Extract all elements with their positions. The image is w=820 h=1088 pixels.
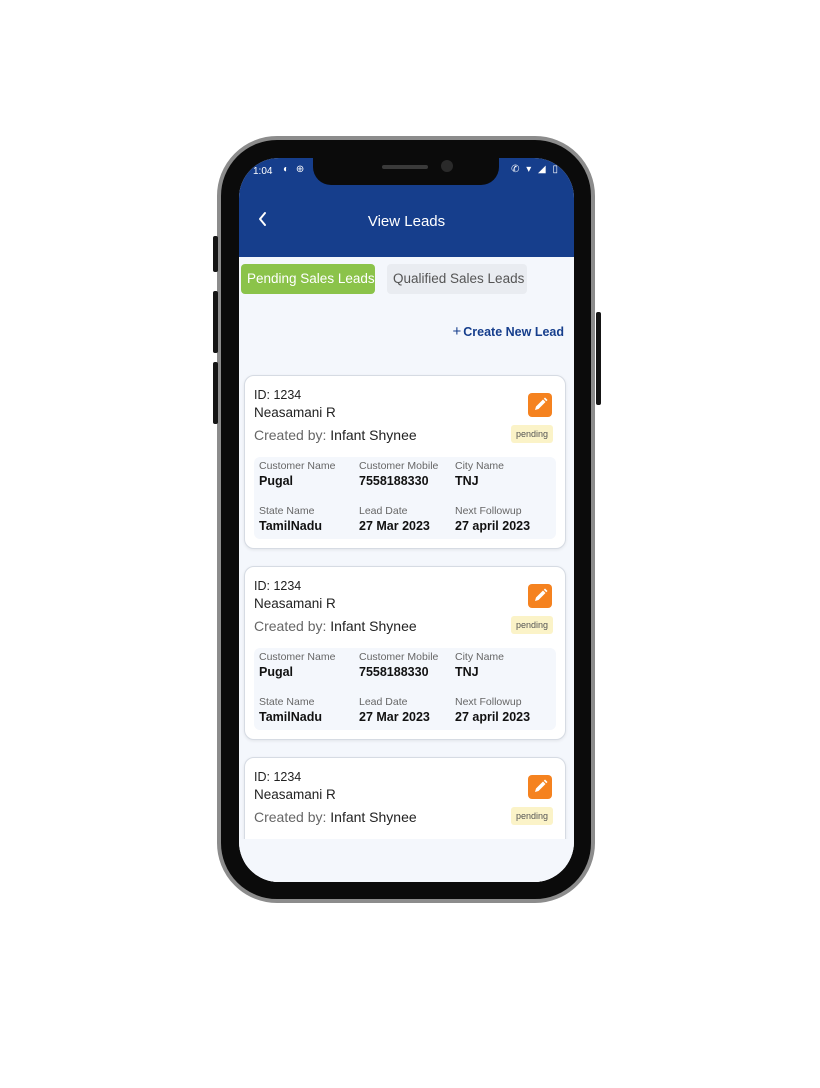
create-new-lead-button[interactable]: + Create New Lead	[453, 323, 565, 340]
lead-date-label: Lead Date	[359, 696, 408, 708]
created-by-label: Created by:	[254, 427, 327, 443]
lead-date-cell: Lead Date 27 Mar 2023	[359, 505, 430, 533]
state-name-label: State Name	[259, 505, 315, 517]
lead-created-by: Created by: Infant Shynee	[254, 427, 417, 443]
lead-date-value: 27 Mar 2023	[359, 519, 430, 533]
pencil-icon	[535, 397, 548, 410]
next-followup-label: Next Followup	[455, 696, 522, 708]
next-followup-label: Next Followup	[455, 505, 522, 517]
next-followup-cell: Next Followup 27 april 2023	[455, 505, 530, 533]
lead-details: Customer Name Pugal Customer Mobile 7558…	[254, 457, 556, 539]
edit-lead-button[interactable]	[528, 393, 552, 417]
list-bottom-mask	[239, 839, 574, 882]
customer-mobile-label: Customer Mobile	[359, 651, 439, 663]
status-notification-icons: ◐ ⊕	[283, 164, 307, 175]
edit-lead-button[interactable]	[528, 584, 552, 608]
lead-name: Neasamani R	[254, 596, 336, 611]
state-name-value: TamilNadu	[259, 519, 322, 533]
created-by-value: Infant Shynee	[330, 618, 417, 634]
customer-mobile-cell: Customer Mobile 7558188330	[359, 651, 438, 679]
state-name-label: State Name	[259, 696, 315, 708]
tab-qualified-sales-leads[interactable]: Qualified Sales Leads	[387, 264, 527, 294]
lead-date-value: 27 Mar 2023	[359, 710, 430, 724]
customer-name-label: Customer Name	[259, 460, 336, 472]
lead-card[interactable]: ID: 1234 Neasamani R Created by: Infant …	[244, 566, 566, 740]
state-name-cell: State Name TamilNadu	[259, 505, 322, 533]
lead-id: ID: 1234	[254, 388, 302, 402]
next-followup-value: 27 april 2023	[455, 710, 531, 724]
customer-mobile-value: 7558188330	[359, 665, 429, 679]
created-by-label: Created by:	[254, 618, 327, 634]
front-camera	[441, 160, 453, 172]
created-by-label: Created by:	[254, 809, 327, 825]
status-badge: pending	[510, 616, 553, 634]
pencil-icon	[535, 588, 548, 601]
city-name-value: TNJ	[455, 665, 479, 679]
next-followup-value: 27 april 2023	[455, 519, 531, 533]
customer-name-label: Customer Name	[259, 651, 336, 663]
customer-name-cell: Customer Name Pugal	[259, 460, 335, 488]
page-title: View Leads	[367, 213, 446, 230]
camera-notch	[313, 158, 499, 185]
status-system-icons: ✆ ▾ ◢ ▯	[511, 164, 560, 175]
plus-icon: +	[452, 323, 462, 340]
customer-name-value: Pugal	[259, 474, 294, 488]
phone-screen: 1:04 ◐ ⊕ ✆ ▾ ◢ ▯ View Leads Pending Sale…	[239, 158, 574, 882]
lead-created-by: Created by: Infant Shynee	[254, 618, 417, 634]
lead-name: Neasamani R	[254, 787, 336, 802]
mute-button	[213, 236, 218, 272]
city-name-cell: City Name TNJ	[455, 460, 504, 488]
lead-id: ID: 1234	[254, 579, 302, 593]
city-name-cell: City Name TNJ	[455, 651, 504, 679]
state-name-cell: State Name TamilNadu	[259, 696, 322, 724]
customer-mobile-label: Customer Mobile	[359, 460, 439, 472]
status-badge: pending	[510, 807, 553, 825]
app-bar: View Leads	[239, 185, 574, 257]
state-name-value: TamilNadu	[259, 710, 322, 724]
lead-id: ID: 1234	[254, 770, 302, 784]
city-name-label: City Name	[455, 460, 505, 472]
lead-created-by: Created by: Infant Shynee	[254, 809, 417, 825]
lead-date-cell: Lead Date 27 Mar 2023	[359, 696, 430, 724]
lead-date-label: Lead Date	[359, 505, 408, 517]
city-name-label: City Name	[455, 651, 505, 663]
customer-name-value: Pugal	[259, 665, 294, 679]
lead-card[interactable]: ID: 1234 Neasamani R Created by: Infant …	[244, 375, 566, 549]
status-badge: pending	[510, 425, 553, 443]
next-followup-cell: Next Followup 27 april 2023	[455, 696, 530, 724]
lead-name: Neasamani R	[254, 405, 336, 420]
city-name-value: TNJ	[455, 474, 479, 488]
lead-details: Customer Name Pugal Customer Mobile 7558…	[254, 648, 556, 730]
volume-down-button	[213, 362, 218, 424]
create-new-lead-label: Create New Lead	[463, 325, 564, 339]
volume-up-button	[213, 291, 218, 353]
edit-lead-button[interactable]	[528, 775, 552, 799]
pencil-icon	[535, 779, 548, 792]
customer-mobile-value: 7558188330	[359, 474, 429, 488]
tab-pending-sales-leads[interactable]: Pending Sales Leads	[241, 264, 375, 294]
power-button	[596, 312, 601, 405]
customer-name-cell: Customer Name Pugal	[259, 651, 335, 679]
customer-mobile-cell: Customer Mobile 7558188330	[359, 460, 438, 488]
created-by-value: Infant Shynee	[330, 809, 417, 825]
speaker-grille	[382, 165, 428, 169]
status-time: 1:04	[253, 166, 273, 177]
created-by-value: Infant Shynee	[330, 427, 417, 443]
